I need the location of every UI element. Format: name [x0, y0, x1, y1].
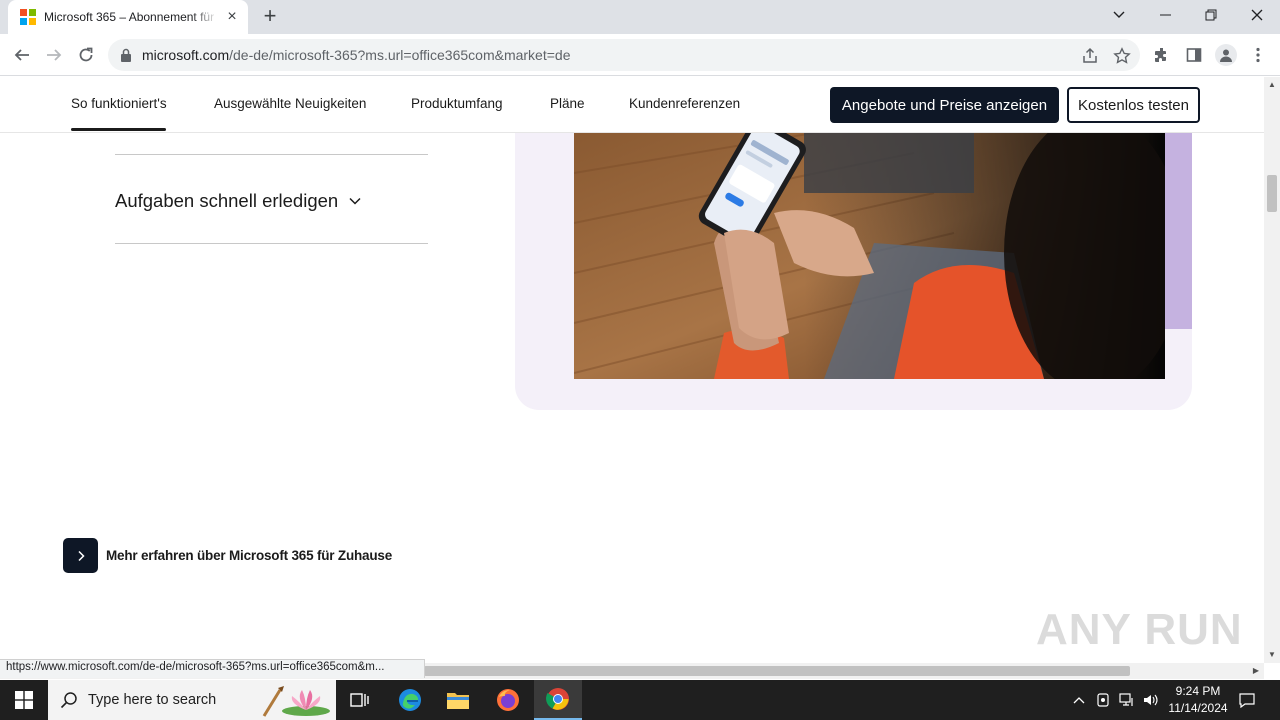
show-hidden-icons-chevron-icon[interactable] — [1068, 680, 1090, 720]
microsoft-logo-icon — [20, 9, 36, 25]
address-bar[interactable]: microsoft.com/de-de/microsoft-365?ms.url… — [108, 39, 1140, 71]
new-tab-button[interactable]: + — [258, 5, 282, 29]
anyrun-watermark: ANY RUN — [1036, 605, 1243, 654]
url-path: /de-de/microsoft-365?ms.url=office365com… — [229, 47, 571, 63]
page-subnav: So funktioniert's Ausgewählte Neuigkeite… — [0, 77, 1264, 133]
accordion-divider-bottom — [115, 243, 428, 244]
start-button[interactable] — [0, 680, 48, 720]
bookmark-star-icon[interactable] — [1113, 47, 1131, 65]
windows-taskbar: Type here to search 9:24 PM 11/14/2024 — [0, 680, 1280, 720]
profile-avatar-icon[interactable] — [1215, 44, 1237, 66]
free-trial-button[interactable]: Kostenlos testen — [1067, 87, 1200, 123]
scroll-up-arrow-icon[interactable]: ▲ — [1264, 77, 1280, 93]
reload-button[interactable] — [73, 42, 99, 68]
offers-prices-button[interactable]: Angebote und Preise anzeigen — [830, 87, 1059, 123]
taskbar-clock[interactable]: 9:24 PM 11/14/2024 — [1160, 683, 1236, 717]
forward-button[interactable] — [41, 42, 67, 68]
tab-search-icon[interactable] — [1096, 0, 1142, 30]
edge-browser-icon[interactable] — [386, 680, 434, 720]
learn-more-link[interactable]: Mehr erfahren über Microsoft 365 für Zuh… — [63, 538, 392, 573]
windows-logo-icon — [15, 691, 33, 709]
subnav-item-neuigkeiten[interactable]: Ausgewählte Neuigkeiten — [214, 96, 366, 111]
tab-title: Microsoft 365 – Abonnement für — [44, 10, 215, 24]
active-tab-indicator — [71, 128, 166, 131]
search-icon — [60, 692, 77, 709]
chevron-right-icon — [77, 550, 85, 561]
vertical-scroll-thumb[interactable] — [1267, 175, 1277, 212]
vertical-scrollbar[interactable]: ▲ ▼ — [1264, 77, 1280, 663]
tray-app-icon[interactable] — [1092, 680, 1114, 720]
clock-date: 11/14/2024 — [1168, 701, 1228, 715]
accordion-label: Aufgaben schnell erledigen — [115, 190, 339, 211]
subnav-item-plaene[interactable]: Pläne — [550, 96, 585, 111]
notification-center-icon[interactable] — [1236, 680, 1258, 720]
horizontal-scroll-thumb[interactable] — [424, 666, 1130, 676]
media-accent-strip — [1165, 133, 1192, 329]
subnav-item-kundenreferenzen[interactable]: Kundenreferenzen — [629, 96, 740, 111]
chevron-down-icon — [349, 197, 361, 205]
extensions-icon[interactable] — [1152, 45, 1172, 65]
minimize-window-button[interactable] — [1142, 0, 1188, 30]
page-viewport: So funktioniert's Ausgewählte Neuigkeite… — [0, 77, 1264, 663]
firefox-icon[interactable] — [484, 680, 532, 720]
back-button[interactable] — [9, 42, 35, 68]
lotus-decoration-icon — [262, 686, 330, 717]
tab-close-icon[interactable]: × — [224, 9, 240, 25]
scroll-down-arrow-icon[interactable]: ▼ — [1264, 647, 1280, 663]
scroll-right-arrow-icon[interactable]: ▶ — [1248, 663, 1264, 679]
clock-time: 9:24 PM — [1175, 684, 1221, 698]
subnav-item-produktumfang[interactable]: Produktumfang — [411, 96, 503, 111]
subnav-item-so-funktionierts[interactable]: So funktioniert's — [71, 96, 167, 111]
share-icon[interactable] — [1081, 47, 1099, 65]
browser-toolbar: microsoft.com/de-de/microsoft-365?ms.url… — [0, 34, 1280, 76]
photo-person-holding-phone — [574, 133, 1165, 379]
chrome-taskbar-icon[interactable] — [534, 680, 582, 720]
browser-tab[interactable]: Microsoft 365 – Abonnement für × — [8, 0, 248, 34]
network-icon[interactable] — [1116, 680, 1138, 720]
accordion-header[interactable]: Aufgaben schnell erledigen — [115, 190, 362, 212]
restore-window-button[interactable] — [1188, 0, 1234, 30]
accordion-divider-top — [115, 154, 428, 155]
file-explorer-icon[interactable] — [434, 680, 482, 720]
volume-icon[interactable] — [1140, 680, 1162, 720]
lock-icon — [121, 48, 131, 62]
browser-menu-icon[interactable] — [1248, 45, 1268, 65]
learn-more-label: Mehr erfahren über Microsoft 365 für Zuh… — [106, 548, 393, 563]
status-url-bubble: https://www.microsoft.com/de-de/microsof… — [0, 659, 425, 678]
close-window-button[interactable] — [1234, 0, 1280, 30]
search-placeholder: Type here to search — [88, 692, 217, 708]
url-host: microsoft.com — [142, 47, 230, 63]
browser-tab-strip: Microsoft 365 – Abonnement für × + — [0, 0, 1280, 34]
side-panel-icon[interactable] — [1184, 45, 1204, 65]
learn-more-arrow-button[interactable] — [63, 538, 98, 573]
taskbar-search-box[interactable]: Type here to search — [48, 680, 336, 720]
task-view-icon[interactable] — [336, 680, 384, 720]
